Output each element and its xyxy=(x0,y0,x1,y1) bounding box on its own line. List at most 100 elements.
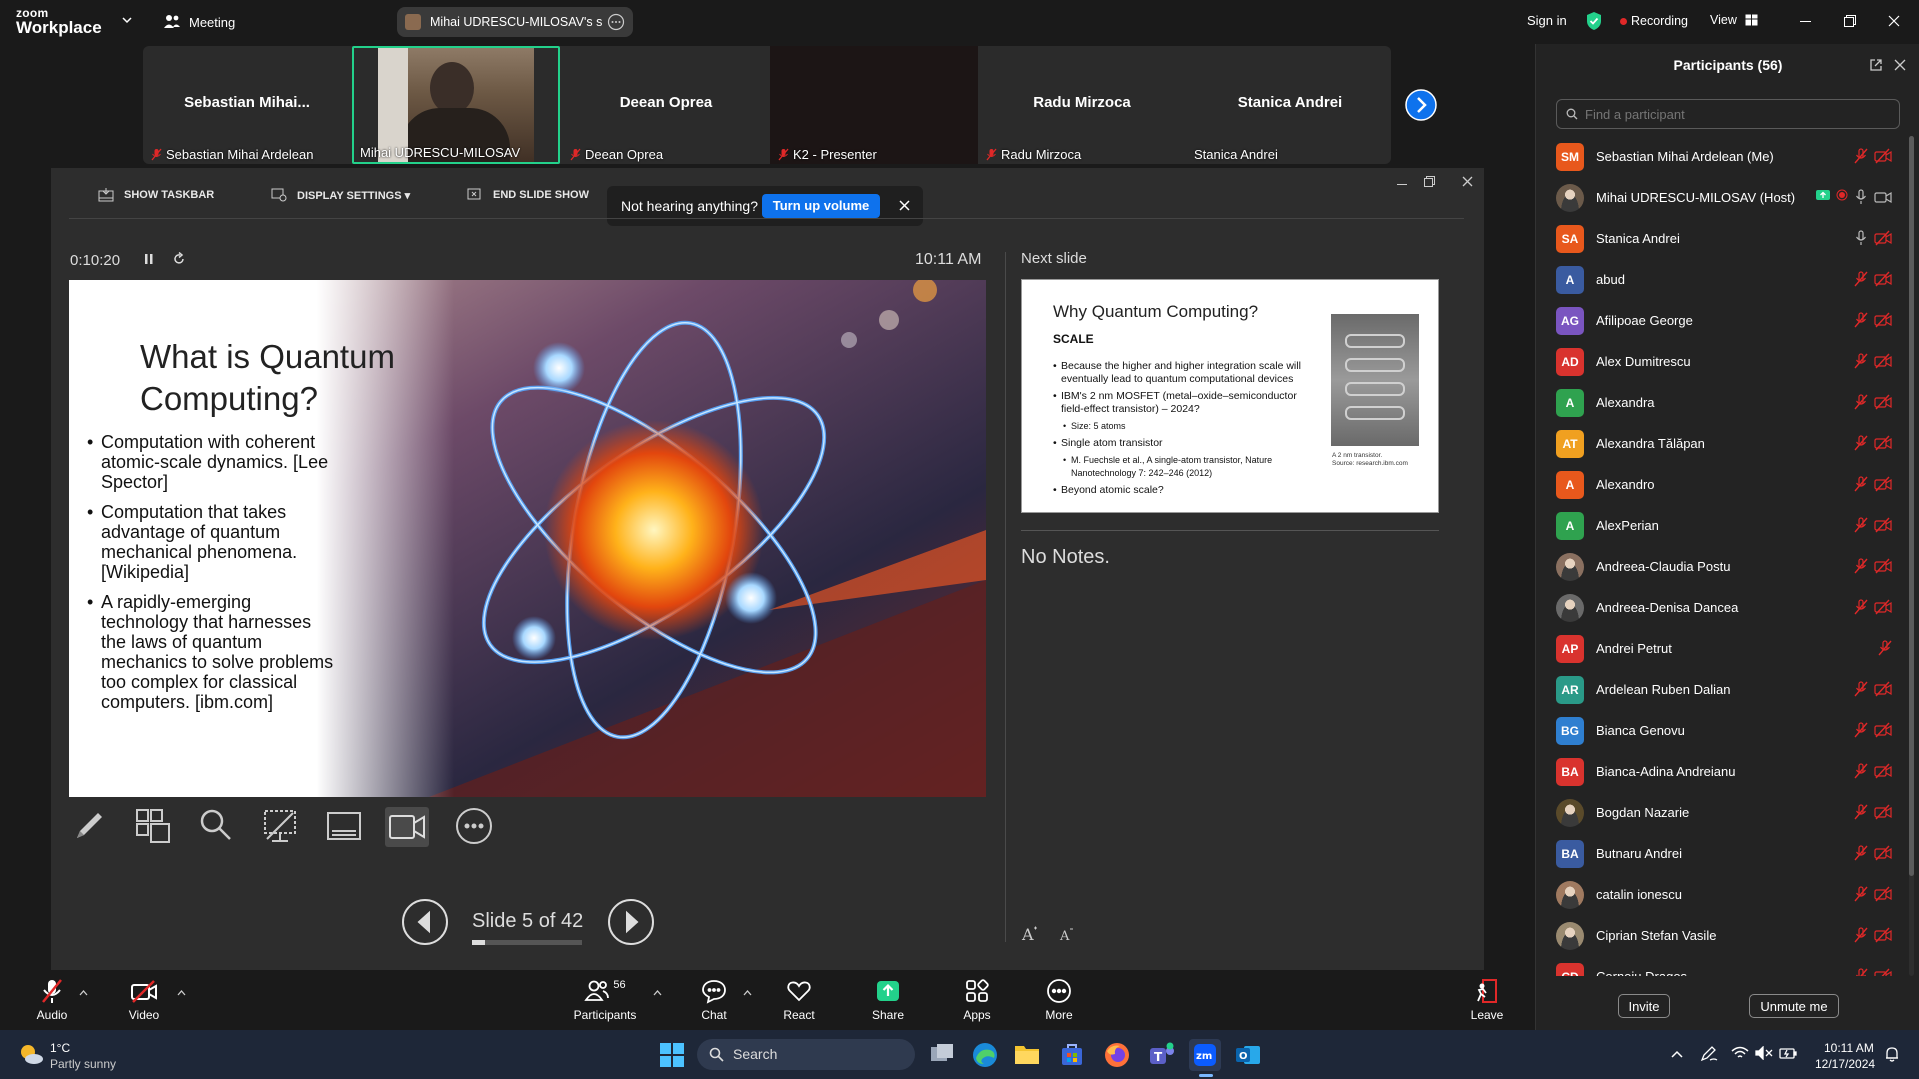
audio-button[interactable]: Audio xyxy=(30,978,74,1022)
notification-bell-icon[interactable] xyxy=(1885,1046,1899,1062)
clock-date[interactable]: 12/17/2024 xyxy=(1815,1057,1875,1071)
see-all-slides-icon[interactable] xyxy=(134,807,172,845)
participant-list[interactable]: SM Sebastian Mihai Ardelean (Me) Mihai UDR… xyxy=(1536,136,1906,976)
subtitles-icon[interactable] xyxy=(325,807,363,845)
show-taskbar-button[interactable]: SHOW TASKBAR xyxy=(98,188,214,202)
current-slide[interactable]: What is Quantum Computing? Computation w… xyxy=(69,280,986,797)
participant-row[interactable]: Aabud xyxy=(1536,259,1906,300)
close-window-button[interactable] xyxy=(1888,15,1900,27)
shield-check-icon[interactable] xyxy=(1585,11,1603,31)
more-button[interactable]: More xyxy=(1037,978,1081,1022)
video-tile-deean[interactable]: Deean Oprea Deean Oprea xyxy=(562,46,770,164)
video-tile-stanica[interactable]: Stanica Andrei Stanica Andrei xyxy=(1186,46,1394,164)
taskbar-search-box[interactable]: Search xyxy=(697,1039,915,1070)
firefox-icon[interactable] xyxy=(1104,1042,1130,1068)
participant-row[interactable]: A Alexandra xyxy=(1536,382,1906,423)
presenter-minimize-button[interactable] xyxy=(1397,184,1407,185)
increase-font-icon[interactable]: A xyxy=(1021,924,1039,942)
participant-row[interactable]: CD Cornoiu Dragos xyxy=(1536,956,1906,976)
video-tile-sebastian[interactable]: Sebastian Mihai... Sebastian Mihai Ardel… xyxy=(143,46,351,164)
react-button[interactable]: React xyxy=(777,978,821,1022)
outlook-icon[interactable]: O xyxy=(1235,1042,1261,1068)
previous-slide-button[interactable] xyxy=(401,898,449,946)
restart-timer-icon[interactable] xyxy=(172,252,186,266)
participant-row[interactable]: Andreea-Claudia Postu xyxy=(1536,546,1906,587)
weather-description[interactable]: Partly sunny xyxy=(50,1057,116,1071)
participant-row[interactable]: AP Andrei Petrut xyxy=(1536,628,1906,669)
video-tile-radu[interactable]: Radu Mirzoca Radu Mirzoca xyxy=(978,46,1186,164)
next-page-arrow-button[interactable] xyxy=(1405,89,1437,121)
participant-row[interactable]: Andreea-Denisa Dancea xyxy=(1536,587,1906,628)
participant-row[interactable]: AT Alexandra Tălăpan xyxy=(1536,423,1906,464)
grid-view-icon[interactable] xyxy=(1745,14,1758,26)
participant-row[interactable]: AR Ardelean Ruben Dalian xyxy=(1536,669,1906,710)
view-menu[interactable]: View xyxy=(1710,13,1737,27)
presenter-close-button[interactable] xyxy=(1462,176,1473,187)
find-participant-input[interactable] xyxy=(1556,99,1900,129)
scrollbar-thumb[interactable] xyxy=(1909,136,1914,876)
participant-row[interactable]: SM Sebastian Mihai Ardelean (Me) xyxy=(1536,136,1906,177)
teams-icon[interactable]: T xyxy=(1148,1042,1176,1068)
video-options-caret-icon[interactable] xyxy=(177,990,186,996)
weather-temperature[interactable]: 1°C xyxy=(50,1041,70,1055)
participants-button[interactable]: 56 Participants xyxy=(570,978,640,1022)
more-options-icon[interactable] xyxy=(607,13,625,31)
participant-row[interactable]: Ciprian Stefan Vasile xyxy=(1536,915,1906,956)
pen-tool-icon[interactable] xyxy=(71,807,107,843)
chat-button[interactable]: Chat xyxy=(692,978,736,1022)
next-slide-preview[interactable]: Why Quantum Computing? SCALE Because the… xyxy=(1021,279,1439,513)
screen-share-indicator[interactable]: Mihai UDRESCU-MILOSAV's scree xyxy=(397,7,633,37)
participant-row[interactable]: A Alexandro xyxy=(1536,464,1906,505)
volume-muted-icon[interactable] xyxy=(1755,1046,1773,1060)
store-icon[interactable] xyxy=(1060,1042,1084,1066)
more-slide-options-icon[interactable] xyxy=(455,807,493,845)
participant-row[interactable]: BA Bianca-Adina Andreianu xyxy=(1536,751,1906,792)
participant-row[interactable]: BA Butnaru Andrei xyxy=(1536,833,1906,874)
video-tile-mihai-active[interactable]: Mihai UDRESCU-MILOSAV xyxy=(352,46,560,164)
end-slide-show-button[interactable]: END SLIDE SHOW xyxy=(467,188,589,202)
task-view-icon[interactable] xyxy=(930,1043,954,1065)
participant-row[interactable]: AD Alex Dumitrescu xyxy=(1536,341,1906,382)
zoom-magnifier-icon[interactable] xyxy=(198,807,234,843)
close-icon[interactable] xyxy=(899,200,910,211)
participant-row[interactable]: A AlexPerian xyxy=(1536,505,1906,546)
meeting-menu[interactable]: Meeting xyxy=(189,15,235,30)
camera-toggle-icon[interactable] xyxy=(385,807,429,847)
recording-indicator[interactable]: Recording xyxy=(1631,14,1688,28)
participant-row[interactable]: BG Bianca Genovu xyxy=(1536,710,1906,751)
invite-button[interactable]: Invite xyxy=(1618,994,1670,1018)
share-button[interactable]: Share xyxy=(866,978,910,1022)
clock-time[interactable]: 10:11 AM xyxy=(1824,1041,1874,1055)
zoom-app-icon[interactable]: zm xyxy=(1189,1039,1221,1071)
minimize-window-button[interactable] xyxy=(1800,21,1811,22)
participant-row[interactable]: Bogdan Nazarie xyxy=(1536,792,1906,833)
participant-row[interactable]: SA Stanica Andrei xyxy=(1536,218,1906,259)
close-panel-icon[interactable] xyxy=(1894,59,1906,71)
sign-in-link[interactable]: Sign in xyxy=(1527,13,1567,28)
weather-sun-icon[interactable] xyxy=(18,1042,44,1066)
meeting-icon[interactable] xyxy=(163,13,181,29)
decrease-font-icon[interactable]: A xyxy=(1059,926,1075,942)
windows-start-icon[interactable] xyxy=(660,1043,684,1067)
pause-timer-icon[interactable] xyxy=(143,253,155,265)
edge-browser-icon[interactable] xyxy=(972,1042,998,1068)
participants-caret-icon[interactable] xyxy=(653,990,662,996)
chat-caret-icon[interactable] xyxy=(743,990,752,996)
video-button[interactable]: Video xyxy=(122,978,166,1022)
participant-row[interactable]: catalin ionescu xyxy=(1536,874,1906,915)
battery-icon[interactable] xyxy=(1779,1046,1797,1060)
show-hidden-icons-chevron[interactable] xyxy=(1671,1050,1683,1058)
chevron-down-icon[interactable] xyxy=(122,16,132,24)
pen-input-icon[interactable] xyxy=(1700,1046,1718,1062)
apps-button[interactable]: Apps xyxy=(955,978,999,1022)
participant-row[interactable]: Mihai UDRESCU-MILOSAV (Host) xyxy=(1536,177,1906,218)
participant-list-scrollbar[interactable] xyxy=(1909,136,1914,976)
restore-window-button[interactable] xyxy=(1844,15,1856,27)
audio-options-caret-icon[interactable] xyxy=(79,990,88,996)
leave-button[interactable]: Leave xyxy=(1465,978,1509,1022)
video-tile-k2-presenter[interactable]: K2 - Presenter xyxy=(770,46,978,164)
presenter-restore-button[interactable] xyxy=(1424,176,1435,187)
popout-icon[interactable] xyxy=(1869,58,1883,72)
display-settings-button[interactable]: DISPLAY SETTINGS ▾ xyxy=(271,188,410,202)
pane-divider[interactable] xyxy=(1005,252,1006,942)
